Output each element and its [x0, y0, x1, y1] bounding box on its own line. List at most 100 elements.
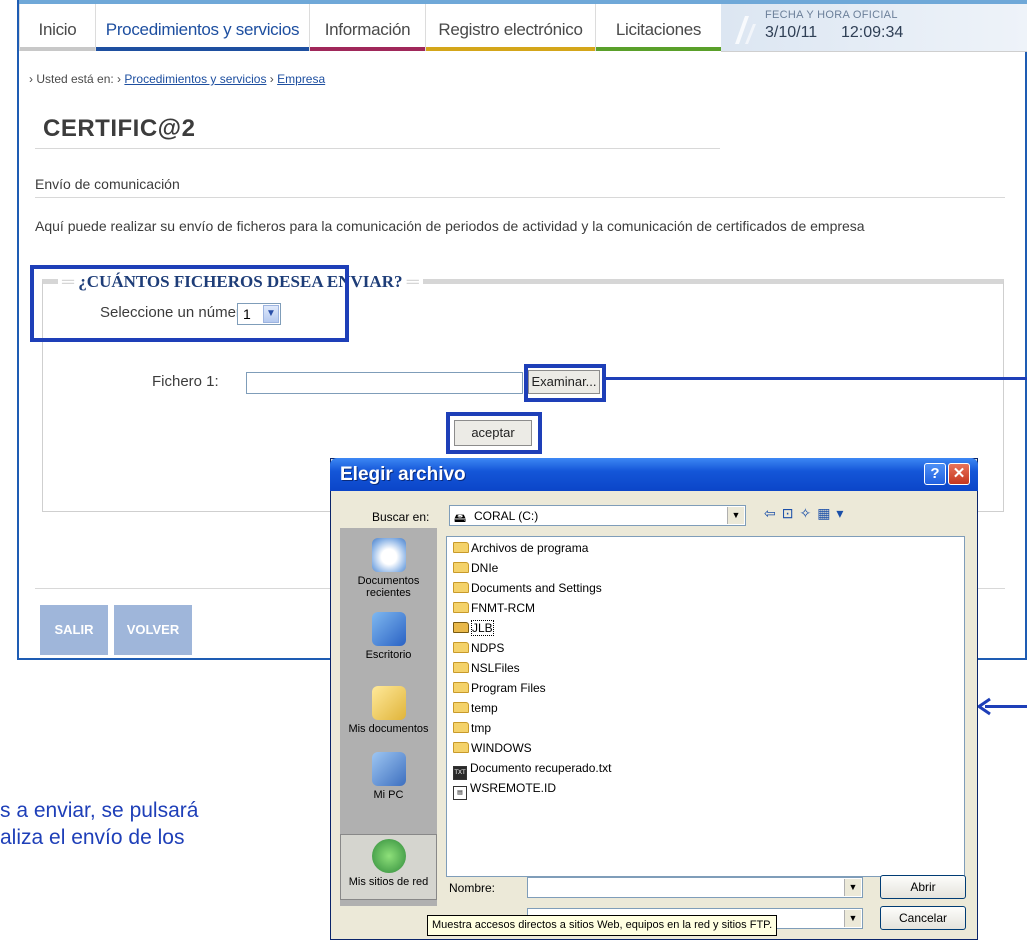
accept-button[interactable]: aceptar: [454, 420, 532, 446]
clock-label: FECHA Y HORA OFICIAL: [765, 9, 898, 21]
breadcrumb: › Usted está en: › Procedimientos y serv…: [29, 72, 325, 86]
back-button[interactable]: VOLVER: [114, 605, 192, 655]
tab-licitaciones[interactable]: Licitaciones: [595, 4, 721, 51]
item-name: JLB: [471, 620, 494, 636]
list-item[interactable]: Program Files: [453, 681, 546, 699]
item-name: DNIe: [471, 561, 499, 575]
drive-icon: 🖴: [454, 511, 467, 525]
cancel-button[interactable]: Cancelar: [880, 906, 966, 930]
file-list[interactable]: Archivos de programa DNIe Documents and …: [446, 536, 965, 877]
network-places-tooltip: Muestra accesos directos a sitios Web, e…: [427, 915, 778, 936]
file-1-label: Fichero 1:: [152, 373, 219, 390]
item-name: Documents and Settings: [471, 581, 602, 595]
place-my-pc[interactable]: Mi PC: [340, 752, 437, 801]
legend-dash-icon: ═: [406, 272, 419, 291]
official-clock: FECHA Y HORA OFICIAL 3/10/11 12:09:34: [721, 4, 1027, 52]
place-label: Documentos recientes: [357, 575, 420, 599]
new-folder-icon[interactable]: ✧: [799, 505, 817, 521]
tab-label: Procedimientos y servicios: [105, 20, 300, 39]
filename-combo[interactable]: ▼: [527, 877, 863, 898]
view-menu-icon[interactable]: ▦▾: [817, 505, 849, 521]
file-icon: ▤: [453, 786, 467, 800]
list-item[interactable]: Archivos de programa: [453, 541, 588, 559]
chevron-down-icon[interactable]: ▼: [844, 910, 861, 927]
place-label: Mis documentos: [348, 723, 429, 735]
chevron-down-icon[interactable]: ▼: [844, 879, 861, 896]
exit-button[interactable]: SALIR: [40, 605, 108, 655]
tab-label: Información: [324, 20, 411, 39]
list-item[interactable]: TXT Documento recuperado.txt: [453, 761, 612, 780]
file-count-select[interactable]: 1 ▼: [237, 303, 281, 325]
user-folder-icon: [453, 622, 469, 633]
list-item[interactable]: NSLFiles: [453, 661, 520, 679]
place-label: Escritorio: [365, 649, 412, 661]
folder-icon: [453, 662, 469, 673]
my-computer-icon: [371, 752, 406, 786]
network-places-icon: [371, 839, 406, 873]
folder-icon: [453, 682, 469, 693]
tab-inicio[interactable]: Inicio: [19, 4, 95, 51]
page-description: Aquí puede realizar su envío de ficheros…: [35, 218, 865, 234]
place-my-documents[interactable]: Mis documentos: [340, 686, 437, 735]
item-name: FNMT-RCM: [471, 601, 535, 615]
help-button[interactable]: ?: [924, 463, 946, 485]
folder-icon: [453, 542, 469, 553]
file-1-input[interactable]: [246, 372, 523, 394]
filename-label: Nombre:: [449, 881, 496, 895]
item-name: NDPS: [471, 641, 505, 655]
folder-icon: [453, 562, 469, 573]
list-item[interactable]: tmp: [453, 721, 491, 739]
list-item[interactable]: temp: [453, 701, 498, 719]
list-item[interactable]: NDPS: [453, 641, 504, 659]
item-name: temp: [471, 701, 498, 715]
place-recent[interactable]: Documentos recientes: [340, 538, 437, 599]
item-name: WSREMOTE.ID: [470, 781, 556, 795]
place-desktop[interactable]: Escritorio: [340, 612, 437, 661]
breadcrumb-prefix: › Usted está en: ›: [29, 72, 122, 86]
place-network[interactable]: Mis sitios de red: [340, 834, 437, 900]
look-in-combo[interactable]: 🖴 CORAL (C:) ▼: [449, 505, 746, 526]
chevron-down-icon[interactable]: ▼: [263, 305, 279, 323]
list-item[interactable]: WINDOWS: [453, 741, 532, 759]
caption-line-1: s a enviar, se pulsará: [0, 799, 199, 822]
section-divider: [35, 197, 1005, 198]
list-item[interactable]: JLB: [453, 620, 494, 639]
recent-documents-icon: [371, 538, 406, 572]
up-folder-icon[interactable]: ⊡: [782, 505, 800, 521]
my-documents-icon: [371, 686, 406, 720]
places-bar: Documentos recientes Escritorio Mis docu…: [340, 528, 437, 906]
tab-label: Registro electrónico: [438, 20, 583, 39]
open-button[interactable]: Abrir: [880, 875, 966, 899]
folder-icon: [453, 642, 469, 653]
folder-icon: [453, 742, 469, 753]
tab-label: Licitaciones: [615, 20, 702, 39]
tab-label: Inicio: [38, 20, 77, 39]
clock-logo-icon: [735, 16, 756, 44]
list-item[interactable]: ▤ WSREMOTE.ID: [453, 781, 556, 800]
browse-button[interactable]: Examinar...: [528, 370, 600, 394]
item-name: tmp: [471, 721, 492, 735]
close-button[interactable]: ✕: [948, 463, 970, 485]
tab-registro[interactable]: Registro electrónico: [425, 4, 595, 51]
title-divider: [35, 148, 720, 149]
dialog-title: Elegir archivo: [340, 464, 466, 485]
select-value: 1: [243, 306, 251, 322]
list-item[interactable]: FNMT-RCM: [453, 601, 535, 619]
chevron-down-icon[interactable]: ▼: [727, 507, 744, 524]
item-name: Documento recuperado.txt: [470, 761, 612, 775]
breadcrumb-link-procedimientos[interactable]: Procedimientos y servicios: [124, 72, 266, 86]
select-count-label: Seleccione un número:: [100, 304, 254, 321]
list-item[interactable]: DNIe: [453, 561, 498, 579]
look-in-label: Buscar en:: [372, 510, 430, 524]
back-arrow-icon[interactable]: ⇦: [764, 505, 782, 521]
clock-time: 12:09:34: [841, 24, 904, 41]
item-name: Program Files: [471, 681, 546, 695]
folder-icon: [453, 722, 469, 733]
tab-procedimientos[interactable]: Procedimientos y servicios: [95, 4, 309, 51]
tab-informacion[interactable]: Información: [309, 4, 425, 51]
folder-icon: [453, 602, 469, 613]
folder-icon: [453, 582, 469, 593]
breadcrumb-link-empresa[interactable]: Empresa: [277, 72, 325, 86]
dialog-titlebar[interactable]: Elegir archivo ? ✕: [330, 458, 978, 491]
list-item[interactable]: Documents and Settings: [453, 581, 602, 599]
